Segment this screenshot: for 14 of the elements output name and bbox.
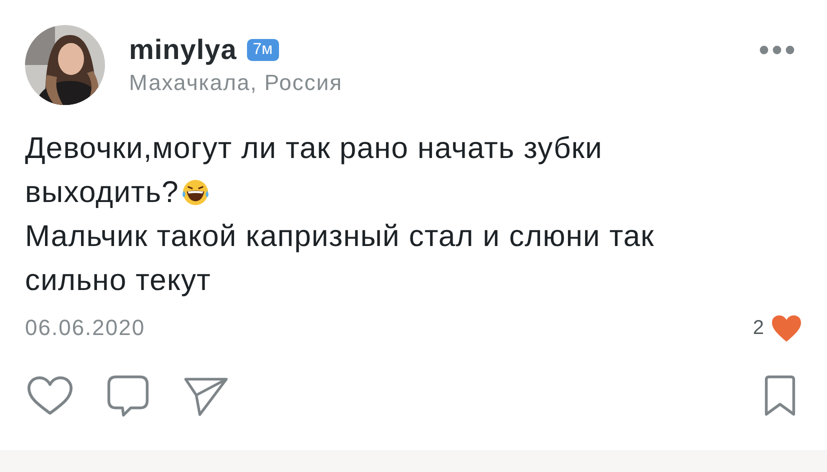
post-date: 06.06.2020	[25, 314, 146, 342]
heart-icon	[770, 314, 803, 342]
bookmark-icon[interactable]	[764, 375, 796, 417]
username[interactable]: minylya	[129, 34, 237, 66]
time-badge: 7м	[246, 39, 279, 61]
comment-icon[interactable]	[105, 375, 151, 417]
laughing-emoji-icon	[180, 178, 210, 207]
post-text: Девочки,могут ли так рано начать зубки выходить?	[25, 131, 604, 211]
more-icon[interactable]	[759, 45, 795, 55]
heart-icon[interactable]	[27, 375, 73, 417]
like-count: 2	[752, 316, 764, 340]
location: Махачкала, Россия	[129, 70, 344, 96]
send-icon[interactable]	[183, 375, 229, 417]
post-text: Мальчик такой капризный стал и слюни так сильно текут	[25, 219, 656, 299]
